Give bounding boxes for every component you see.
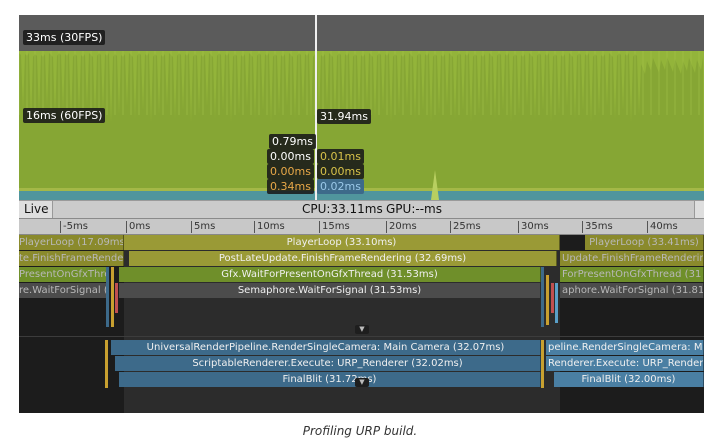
marker-urp-render-camera[interactable]: UniversalRenderPipeline.RenderSingleCame… xyxy=(111,340,541,355)
marker-urp-render-camera-next[interactable]: peline.RenderSingleCamera: Main xyxy=(546,340,704,355)
ruler-tick: 10ms xyxy=(254,221,285,233)
profiler-window: 33ms (30FPS) 16ms (60FPS) 31.94ms 0.79ms… xyxy=(19,15,704,413)
ruler-tick: -5ms xyxy=(60,221,88,233)
gpu-time-readout: GPU:--ms xyxy=(386,202,442,216)
collapse-render-thread-icon[interactable]: ▼ xyxy=(355,378,369,387)
marker-scriptable-renderer-next[interactable]: Renderer.Execute: URP_Renderer xyxy=(546,356,704,371)
ruler-tick: 30ms xyxy=(518,221,549,233)
marker-postlateupdate-next[interactable]: Update.FinishFrameRendering xyxy=(560,251,704,266)
toolbar-end-handle[interactable] xyxy=(694,201,704,218)
marker-finalblit[interactable]: FinalBlit (31.72ms) xyxy=(119,372,541,387)
stat-value: 0.00ms xyxy=(267,164,314,179)
marker-strip xyxy=(546,275,549,325)
live-button[interactable]: Live xyxy=(19,201,53,218)
marker-playerloop-next[interactable]: PlayerLoop (33.41ms) xyxy=(585,235,704,250)
marker-strip xyxy=(555,283,558,323)
marker-scriptable-renderer[interactable]: ScriptableRenderer.Execute: URP_Renderer… xyxy=(115,356,541,371)
stat-value: 0.79ms xyxy=(269,134,316,149)
ruler-tick: 0ms xyxy=(126,221,150,233)
marker-strip xyxy=(115,283,118,313)
marker-semaphore-prev[interactable]: re.WaitForSignal ( xyxy=(19,283,107,298)
marker-playerloop-prev[interactable]: PlayerLoop (17.09ms) xyxy=(19,235,124,250)
cpu-usage-chart[interactable]: 33ms (30FPS) 16ms (60FPS) 31.94ms 0.79ms… xyxy=(19,15,704,200)
stat-value: 0.01ms xyxy=(317,149,364,164)
cursor-frame-time: 31.94ms xyxy=(317,109,371,124)
marker-gfx-wait-next[interactable]: ForPresentOnGfxThread (31 xyxy=(560,267,704,282)
collapse-main-thread-icon[interactable]: ▼ xyxy=(355,325,369,334)
stat-value: 0.34ms xyxy=(267,179,314,194)
cpu-time-readout: CPU:33.11ms xyxy=(302,202,383,216)
stat-value: 0.00ms xyxy=(317,164,364,179)
marker-playerloop[interactable]: PlayerLoop (33.10ms) xyxy=(124,235,560,250)
ruler-tick: 25ms xyxy=(450,221,481,233)
ruler-tick: 20ms xyxy=(386,221,417,233)
marker-postlateupdate[interactable]: PostLateUpdate.FinishFrameRendering (32.… xyxy=(129,251,557,266)
timeline-ruler[interactable]: -5ms 0ms 5ms 10ms 15ms 20ms 25ms 30ms 35… xyxy=(19,219,704,235)
timeline-tracks[interactable]: PlayerLoop (17.09ms) PlayerLoop (33.10ms… xyxy=(19,235,704,413)
marker-postlateupdate-prev[interactable]: te.FinishFrameRende xyxy=(19,251,124,266)
profiler-toolbar: Live CPU:33.11ms GPU:--ms xyxy=(19,200,704,219)
marker-semaphore[interactable]: Semaphore.WaitForSignal (31.53ms) xyxy=(119,283,541,298)
marker-strip xyxy=(541,267,544,327)
ruler-tick: 15ms xyxy=(319,221,350,233)
marker-strip xyxy=(551,283,554,313)
label-30fps: 33ms (30FPS) xyxy=(23,30,106,45)
marker-gfx-wait-prev[interactable]: PresentOnGfxThre xyxy=(19,267,107,282)
figure-caption: Profiling URP build. xyxy=(302,424,418,438)
stat-value: 0.02ms xyxy=(317,179,364,194)
stat-value: 0.00ms xyxy=(267,149,314,164)
marker-strip xyxy=(105,340,108,388)
ruler-tick: 35ms xyxy=(582,221,613,233)
thread-separator xyxy=(19,336,704,337)
marker-semaphore-next[interactable]: aphore.WaitForSignal (31.81 xyxy=(560,283,704,298)
label-60fps: 16ms (60FPS) xyxy=(23,108,106,123)
marker-strip xyxy=(106,267,109,327)
marker-strip xyxy=(111,267,114,327)
ruler-tick: 40ms xyxy=(647,221,678,233)
marker-gfx-wait[interactable]: Gfx.WaitForPresentOnGfxThread (31.53ms) xyxy=(119,267,541,282)
ruler-tick: 5ms xyxy=(191,221,215,233)
marker-finalblit-next[interactable]: FinalBlit (32.00ms) xyxy=(554,372,704,387)
marker-strip xyxy=(541,340,544,388)
